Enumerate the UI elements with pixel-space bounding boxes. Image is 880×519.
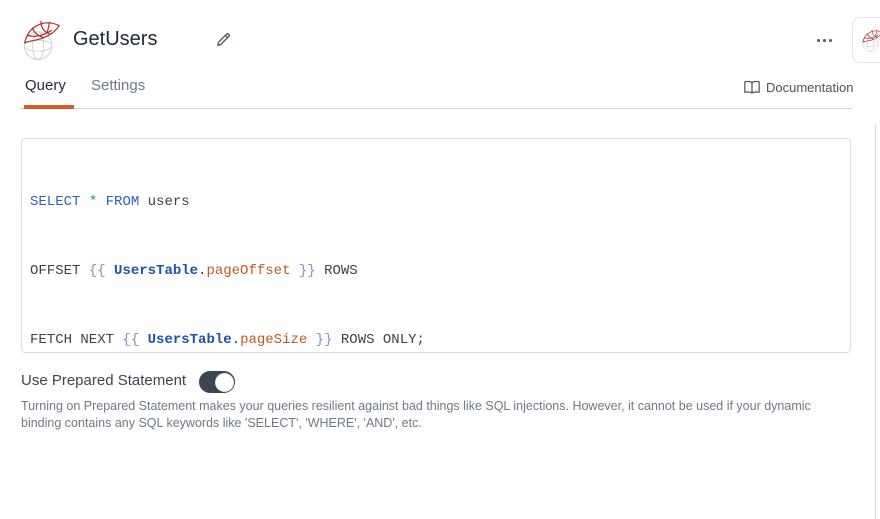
tab-settings[interactable]: Settings	[91, 77, 145, 94]
documentation-link[interactable]: Documentation	[744, 80, 853, 95]
binding-brace: {{	[122, 332, 147, 348]
sql-text: ROWS	[316, 263, 358, 279]
code-line: OFFSET {{ UsersTable.pageOffset }} ROWS	[30, 260, 850, 283]
sql-text: users	[139, 194, 189, 210]
binding-entity: UsersTable	[114, 263, 198, 279]
more-menu-button[interactable]	[810, 31, 838, 49]
binding-brace: }}	[307, 332, 332, 348]
code-line: SELECT * FROM users	[30, 191, 850, 214]
sql-text: OFFSET	[30, 263, 89, 279]
sql-server-logo	[20, 16, 62, 62]
ellipsis-icon	[829, 39, 832, 42]
active-tab-indicator	[24, 105, 74, 109]
sql-text: .	[232, 332, 240, 348]
datasource-card[interactable]	[852, 17, 880, 63]
sql-operator: *	[89, 194, 97, 210]
tab-bar-divider	[20, 108, 853, 109]
documentation-label: Documentation	[766, 80, 853, 95]
sql-text	[97, 194, 105, 210]
binding-property: pageOffset	[206, 263, 290, 279]
ellipsis-icon	[823, 39, 826, 42]
sql-code-editor[interactable]: SELECT * FROM users OFFSET {{ UsersTable…	[21, 138, 851, 353]
sql-text: ROWS ONLY;	[333, 332, 425, 348]
toggle-knob	[215, 373, 234, 392]
sql-text: FETCH NEXT	[30, 332, 122, 348]
right-panel-divider	[875, 124, 876, 519]
prepared-statement-toggle[interactable]	[199, 371, 235, 393]
sql-server-logo	[860, 27, 880, 53]
sql-keyword: SELECT	[30, 194, 80, 210]
sql-text	[80, 194, 88, 210]
code-line: FETCH NEXT {{ UsersTable.pageSize }} ROW…	[30, 329, 850, 352]
binding-entity: UsersTable	[148, 332, 232, 348]
prepared-statement-label: Use Prepared Statement	[21, 372, 186, 389]
binding-property: pageSize	[240, 332, 307, 348]
binding-brace: {{	[89, 263, 114, 279]
query-editor-page: GetUsers Query Settings Documentation SE…	[0, 0, 880, 519]
book-icon	[744, 80, 760, 95]
tab-query[interactable]: Query	[25, 77, 66, 94]
prepared-statement-help-text: Turning on Prepared Statement makes your…	[21, 398, 823, 431]
edit-name-button[interactable]	[211, 29, 235, 53]
pencil-icon	[214, 30, 233, 49]
page-title: GetUsers	[73, 28, 157, 51]
binding-brace: }}	[290, 263, 315, 279]
ellipsis-icon	[817, 39, 820, 42]
sql-keyword: FROM	[106, 194, 140, 210]
